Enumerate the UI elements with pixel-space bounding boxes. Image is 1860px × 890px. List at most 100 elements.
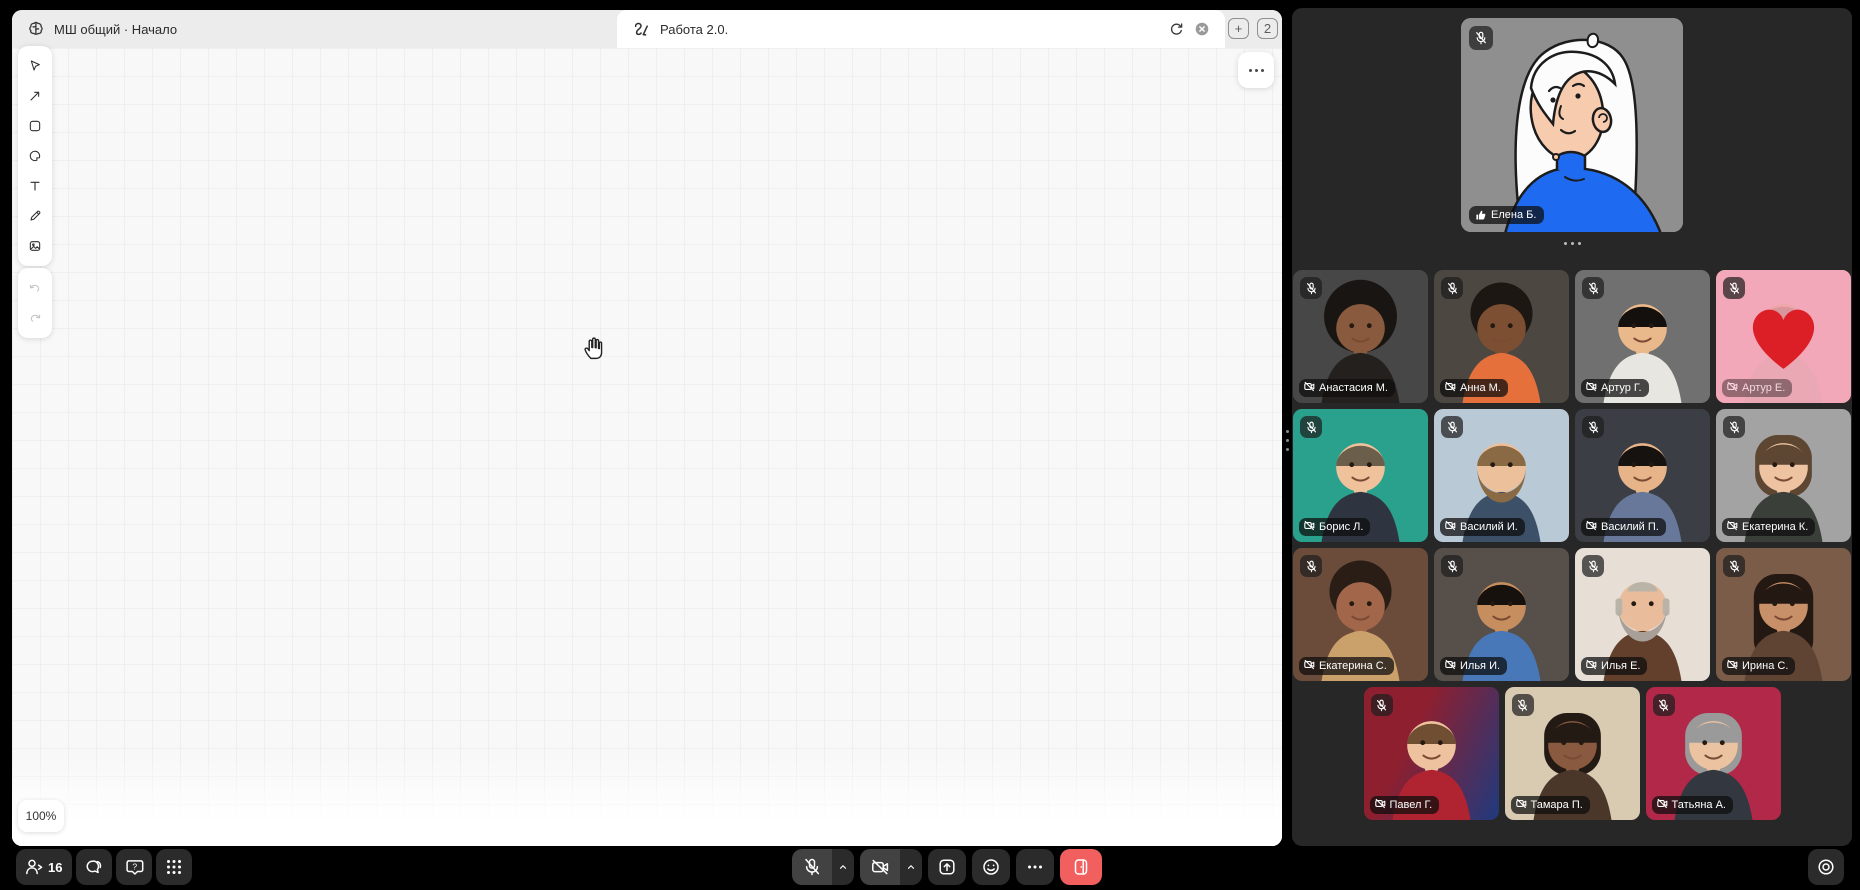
tab-close-button[interactable]: [1193, 20, 1211, 38]
mic-muted-badge mic-off-icon: [1300, 555, 1322, 577]
camera-off-icon: [1586, 520, 1597, 534]
pen-tool-button pencil-icon[interactable]: [21, 202, 49, 230]
participant-tile[interactable]: Павел Г.: [1363, 687, 1499, 820]
share-screen-button share-icon[interactable]: [928, 849, 966, 885]
participant-tile[interactable]: Анна М.: [1434, 270, 1569, 403]
camera-off-icon: [1304, 381, 1315, 395]
bottom-bar: 16 ?: [0, 846, 1860, 890]
camera-split-button: [860, 849, 922, 885]
tab-home[interactable]: МШ общий · Начало: [12, 10, 617, 48]
participant-tile[interactable]: Василий И.: [1434, 409, 1569, 542]
participant-tile[interactable]: Татьяна А.: [1645, 687, 1781, 820]
participant-label: Анна М.: [1440, 379, 1508, 397]
participant-name: Артур Г.: [1601, 382, 1642, 394]
camera-off-icon: [1727, 520, 1738, 534]
participant-name: Илья И.: [1460, 660, 1501, 672]
select-tool-button cursor-icon[interactable]: [21, 52, 49, 80]
help-button question-icon[interactable]: ?: [116, 849, 152, 885]
thumbs-up-icon: [1476, 210, 1486, 220]
main-speaker-tile[interactable]: Елена Б.: [1461, 18, 1683, 232]
camera-off-icon: [1304, 659, 1315, 673]
camera-off-icon: [1586, 659, 1597, 673]
camera-off-icon: [1656, 798, 1668, 812]
chat-button chat-icon[interactable]: [76, 849, 112, 885]
more-options-button more-icon[interactable]: [1016, 849, 1054, 885]
participant-name: Анна М.: [1460, 382, 1501, 394]
participant-name: Анастасия М.: [1319, 382, 1388, 394]
mic-options-button chevron-up-icon[interactable]: [832, 849, 854, 885]
main-speaker-name: Елена Б.: [1491, 209, 1537, 221]
record-button record-icon[interactable]: [1808, 849, 1844, 885]
reactions-button smiley-icon[interactable]: [972, 849, 1010, 885]
image-tool-button image-icon[interactable]: [21, 232, 49, 260]
apps-button apps-grid-icon[interactable]: [156, 849, 192, 885]
whiteboard-canvas[interactable]: [12, 48, 1282, 846]
camera-off-button camera-off-icon[interactable]: [860, 849, 900, 885]
participant-tile[interactable]: Артур Г.: [1575, 270, 1710, 403]
cartoon-avatar: [1461, 18, 1683, 232]
mic-muted-badge mic-off-icon: [1300, 277, 1322, 299]
zoom-level-badge[interactable]: 100%: [18, 800, 64, 832]
participant-tile[interactable]: Василий П.: [1575, 409, 1710, 542]
participant-label: Василий И.: [1440, 518, 1525, 536]
participant-name: Василий П.: [1601, 521, 1659, 533]
participants-grid: Анастасия М. Анна М. Артур Г. Артур Е. Б…: [1292, 270, 1852, 820]
svg-text:?: ?: [132, 861, 137, 871]
speaker-strip-expand-handle dots-icon[interactable]: [1292, 241, 1852, 246]
sticker-tool-button sticker-icon[interactable]: [21, 142, 49, 170]
tab-work[interactable]: Работа 2.0.: [617, 10, 1225, 48]
participant-label: Василий П.: [1581, 518, 1666, 536]
participant-tile[interactable]: Ирина С.: [1716, 548, 1851, 681]
camera-options-button chevron-up-icon[interactable]: [900, 849, 922, 885]
participants-button[interactable]: 16: [16, 849, 73, 885]
tab-work-label: Работа 2.0.: [660, 21, 729, 37]
participant-tile[interactable]: Тамара П.: [1504, 687, 1640, 820]
panel-resize-handle[interactable]: [1283, 412, 1291, 468]
tool-palette: [18, 46, 52, 266]
participants-icon: [26, 859, 43, 875]
participant-tile[interactable]: Екатерина С.: [1293, 548, 1428, 681]
participant-label: Артур Г.: [1581, 379, 1649, 397]
participant-label: Анастасия М.: [1299, 379, 1395, 397]
camera-off-icon: [1445, 659, 1456, 673]
participant-tile[interactable]: Илья И.: [1434, 548, 1569, 681]
participant-label: Екатерина С.: [1299, 657, 1394, 675]
mic-muted-badge mic-off-icon: [1582, 277, 1604, 299]
participant-label: Илья Е.: [1581, 657, 1648, 675]
participant-tile[interactable]: Екатерина К.: [1716, 409, 1851, 542]
window-count-button[interactable]: 2: [1257, 18, 1278, 39]
mic-muted-badge mic-off-icon: [1723, 416, 1745, 438]
mic-muted-badge mic-off-icon: [1652, 694, 1675, 716]
tab-home-label: МШ общий · Начало: [54, 21, 178, 37]
canvas-more-button more-icon[interactable]: [1238, 52, 1274, 88]
participant-tile[interactable]: Борис Л.: [1293, 409, 1428, 542]
tab-bar: МШ общий · Начало Работа 2.0. + 2: [12, 10, 1282, 48]
participant-label: Илья И.: [1440, 657, 1508, 675]
participants-row: Борис Л. Василий И. Василий П. Екатерина…: [1292, 409, 1852, 542]
participant-name: Татьяна А.: [1671, 799, 1726, 811]
participant-name: Ирина С.: [1742, 660, 1789, 672]
undo-button undo-icon[interactable]: [21, 274, 49, 302]
new-tab-button[interactable]: +: [1228, 18, 1249, 39]
leave-call-button door-icon[interactable]: [1060, 849, 1102, 885]
camera-off-icon: [1727, 381, 1738, 395]
participants-row: Анастасия М. Анна М. Артур Г. Артур Е.: [1292, 270, 1852, 403]
redo-button redo-icon[interactable]: [21, 304, 49, 332]
brain-icon: [26, 20, 45, 39]
arrow-tool-button arrow-icon[interactable]: [21, 82, 49, 110]
participant-label: Татьяна А.: [1651, 796, 1733, 814]
mic-muted-badge mic-off-icon: [1300, 416, 1322, 438]
camera-off-icon: [1374, 798, 1386, 812]
mic-muted-button mic-off-icon[interactable]: [792, 849, 832, 885]
participants-count: 16: [48, 859, 63, 875]
camera-off-icon: [1515, 798, 1527, 812]
participant-name: Василий И.: [1460, 521, 1518, 533]
participant-tile[interactable]: Артур Е.: [1716, 270, 1851, 403]
participant-tile[interactable]: Илья Е.: [1575, 548, 1710, 681]
participant-tile[interactable]: Анастасия М.: [1293, 270, 1428, 403]
participants-row: Екатерина С. Илья И. Илья Е. Ирина С.: [1292, 548, 1852, 681]
shape-tool-button square-icon[interactable]: [21, 112, 49, 140]
mic-muted-badge mic-off-icon: [1441, 555, 1463, 577]
text-tool-button text-icon[interactable]: [21, 172, 49, 200]
tab-reload-button[interactable]: [1168, 21, 1185, 38]
